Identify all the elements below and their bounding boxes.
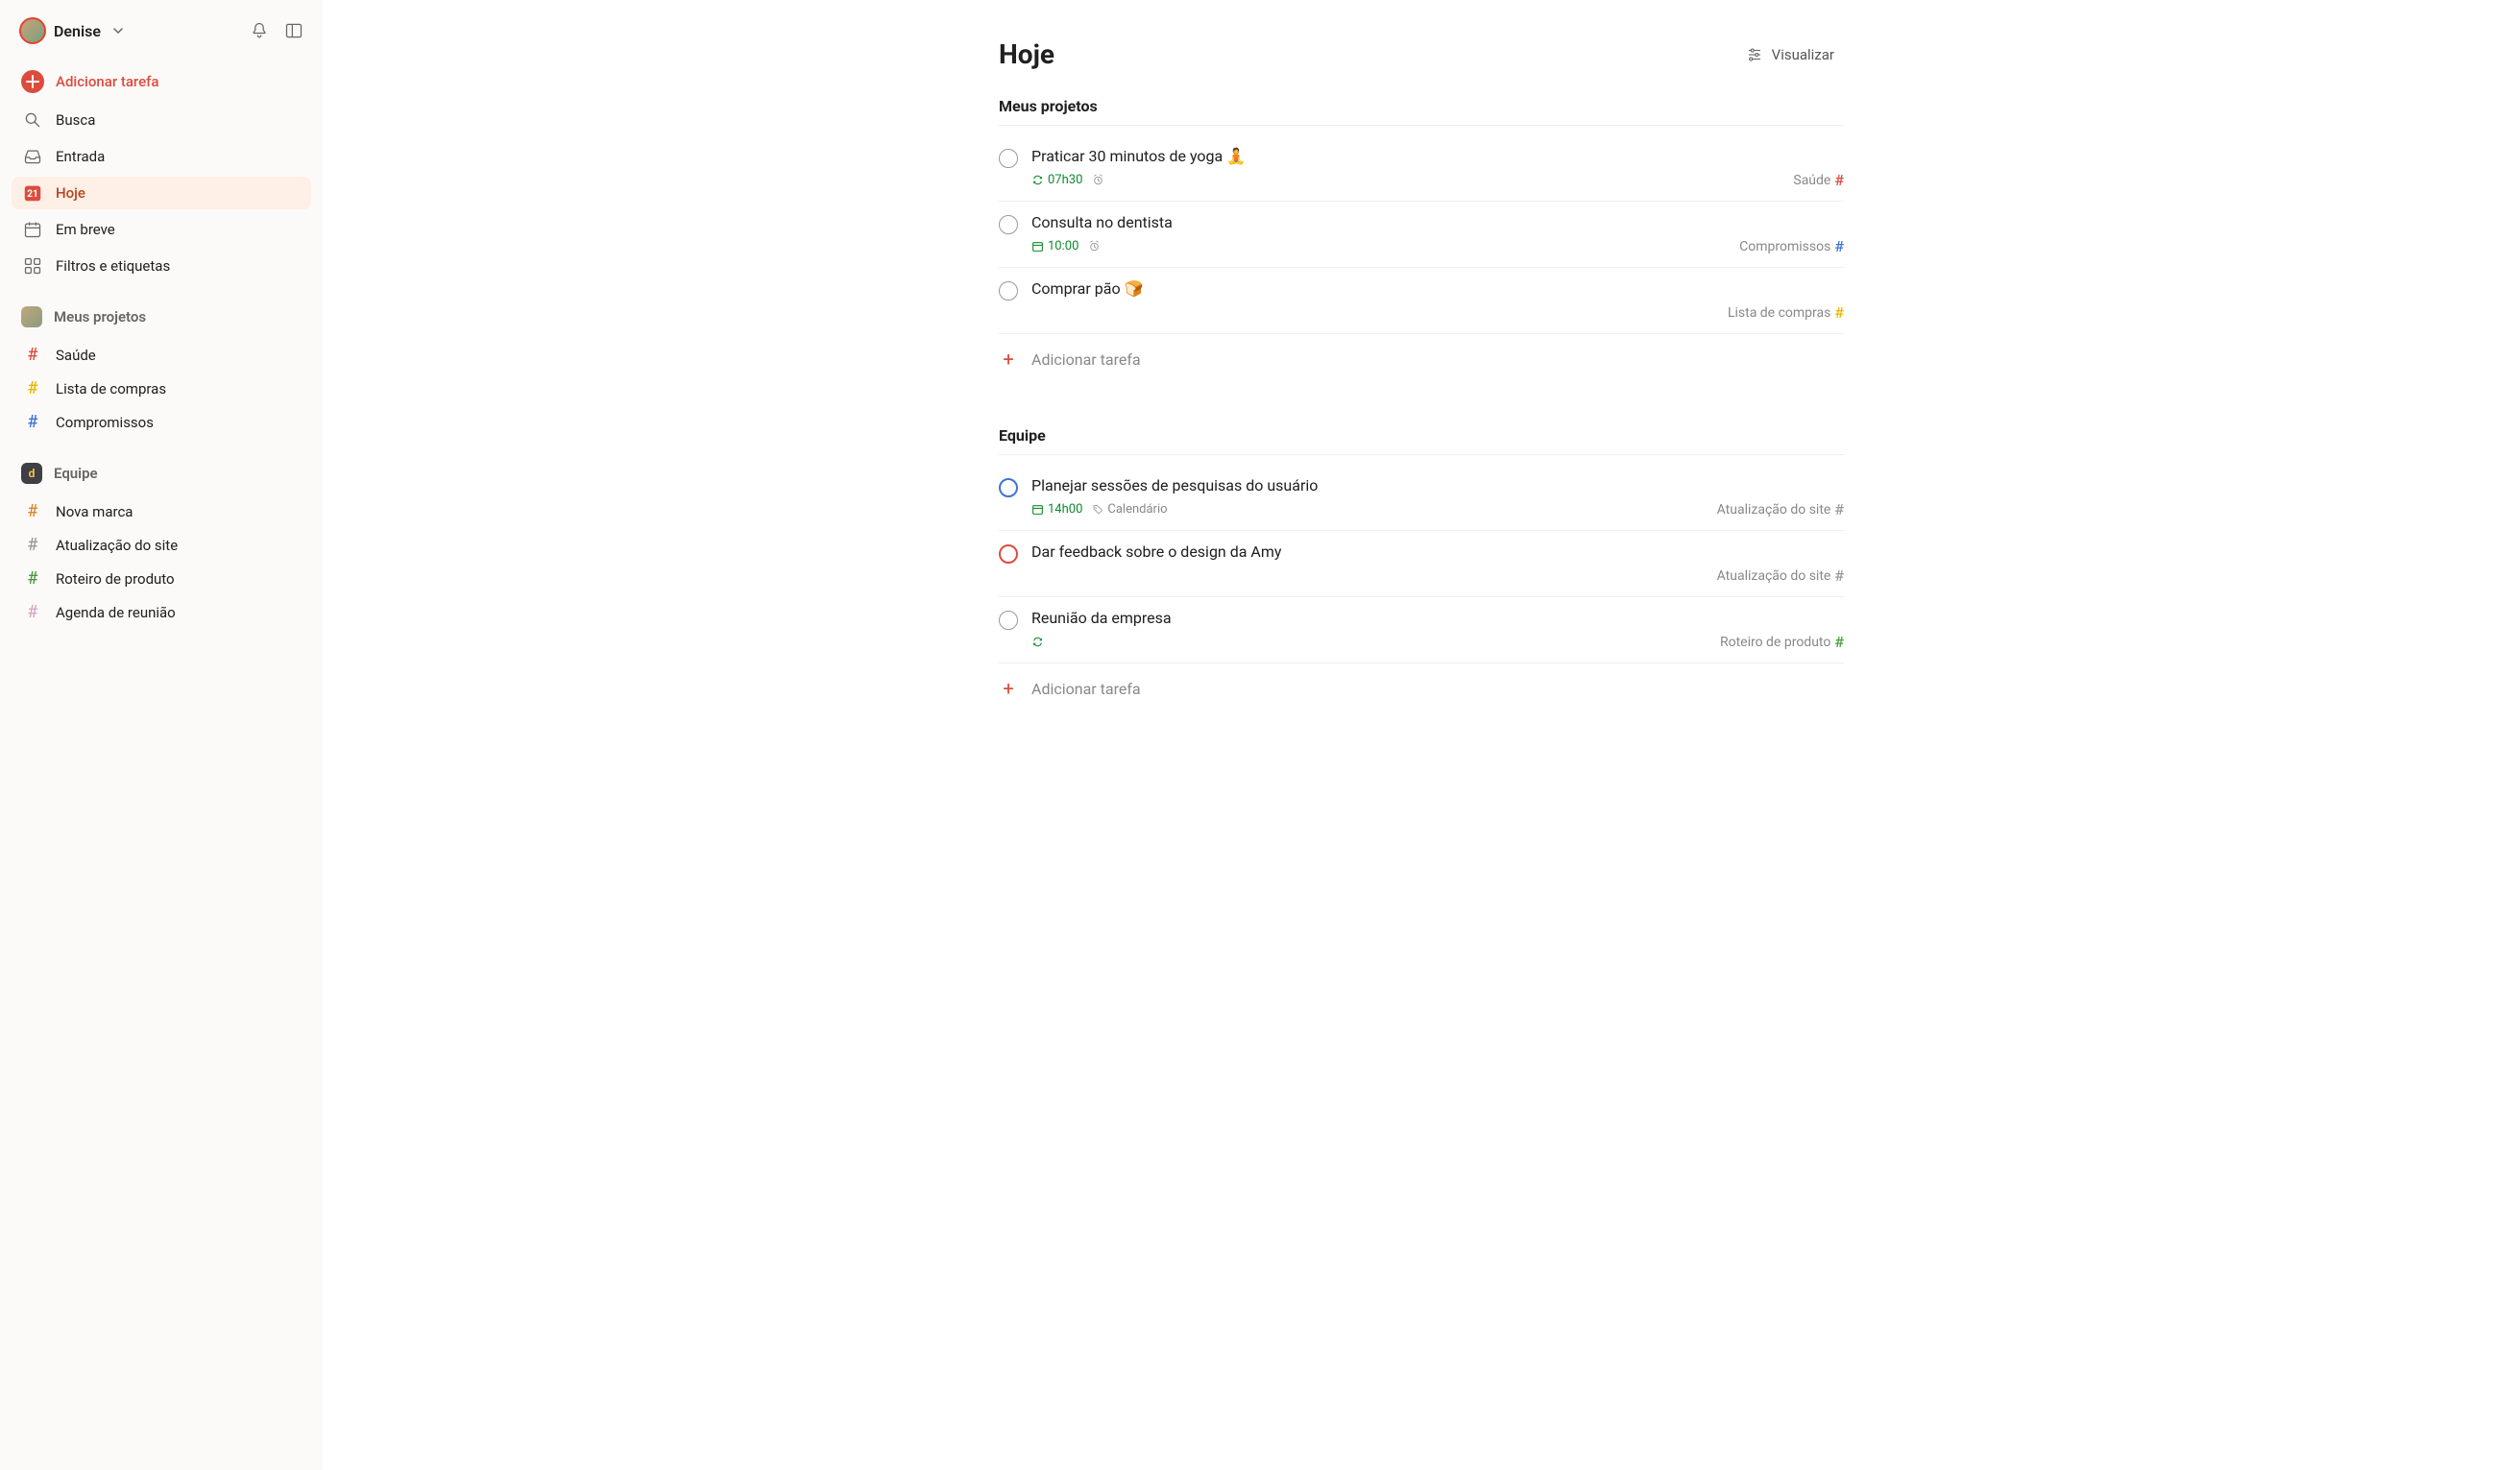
notifications-icon[interactable] — [250, 21, 269, 40]
avatar — [19, 17, 46, 44]
project-item[interactable]: # Saúde — [12, 338, 311, 372]
chevron-down-icon — [109, 21, 128, 40]
workspace-personal-label: Meus projetos — [54, 308, 146, 325]
task-title: Reunião da empresa — [1031, 609, 1844, 627]
calendar-icon — [21, 220, 44, 239]
workspace-team-label: Equipe — [54, 465, 98, 482]
nav-search[interactable]: Busca — [12, 104, 311, 136]
search-icon — [21, 110, 44, 130]
plus-icon: + — [999, 677, 1018, 700]
add-task-inline[interactable]: + Adicionar tarefa — [999, 334, 1844, 384]
sliders-icon — [1745, 45, 1764, 64]
hash-icon: # — [21, 378, 44, 398]
task-row[interactable]: Reunião da empresa Roteiro de produto # — [999, 597, 1844, 663]
task-time: 10:00 — [1031, 239, 1078, 253]
project-item[interactable]: # Lista de compras — [12, 372, 311, 405]
task-label: Calendário — [1092, 502, 1167, 517]
task-checkbox[interactable] — [999, 611, 1018, 630]
user-menu[interactable]: Denise — [19, 17, 128, 44]
project-item[interactable]: # Atualização do site — [12, 528, 311, 562]
add-task-label: Adicionar tarefa — [1031, 350, 1141, 369]
hash-icon: # — [21, 602, 44, 622]
project-item[interactable]: # Agenda de reunião — [12, 595, 311, 629]
hash-icon: # — [21, 535, 44, 555]
main: Hoje Visualizar Meus projetos Praticar 30… — [323, 0, 2520, 1470]
project-item[interactable]: # Compromissos — [12, 405, 311, 439]
nav-today[interactable]: 21 Hoje — [12, 177, 311, 209]
task-title: Praticar 30 minutos de yoga 🧘 — [1031, 147, 1844, 165]
sidebar: Denise Adicionar tarefa Busca En — [0, 0, 323, 1470]
task-checkbox[interactable] — [999, 281, 1018, 301]
user-name: Denise — [54, 22, 101, 40]
task-project-tag[interactable]: Roteiro de produto # — [1720, 633, 1844, 651]
project-item[interactable]: # Roteiro de produto — [12, 562, 311, 595]
hash-icon: # — [21, 412, 44, 432]
hash-icon: # — [21, 345, 44, 365]
nav-inbox[interactable]: Entrada — [12, 140, 311, 173]
workspace-personal[interactable]: Meus projetos — [12, 300, 311, 334]
hash-icon: # — [21, 501, 44, 521]
workspace-team[interactable]: d Equipe — [12, 456, 311, 491]
view-button[interactable]: Visualizar — [1735, 39, 1844, 70]
task-row[interactable]: Praticar 30 minutos de yoga 🧘 07h30 Saúde … — [999, 135, 1844, 202]
task-section: Equipe Planejar sessões de pesquisas do u… — [999, 426, 1844, 713]
project-item[interactable]: # Nova marca — [12, 494, 311, 528]
task-title: Consulta no dentista — [1031, 213, 1844, 231]
task-row[interactable]: Consulta no dentista 10:00 Compromissos # — [999, 202, 1844, 268]
add-task-inline[interactable]: + Adicionar tarefa — [999, 663, 1844, 713]
recurring-icon — [1031, 636, 1044, 648]
task-project-tag[interactable]: Saúde # — [1793, 171, 1844, 189]
nav-inbox-label: Entrada — [56, 148, 105, 165]
task-row[interactable]: Planejar sessões de pesquisas do usuário… — [999, 465, 1844, 531]
add-task-label: Adicionar tarefa — [1031, 680, 1141, 698]
task-project-tag[interactable]: Atualização do site # — [1717, 500, 1844, 518]
sidebar-top: Denise — [12, 12, 311, 60]
task-checkbox[interactable] — [999, 149, 1018, 168]
nav-today-label: Hoje — [56, 184, 85, 202]
task-checkbox[interactable] — [999, 478, 1018, 497]
nav-search-label: Busca — [56, 111, 95, 129]
alarm-icon — [1088, 240, 1101, 253]
task-time: 14h00 — [1031, 502, 1082, 517]
plus-icon — [21, 70, 44, 93]
inbox-icon — [21, 147, 44, 166]
task-project-tag[interactable]: Atualização do site # — [1717, 566, 1844, 585]
task-time: 07h30 — [1031, 173, 1082, 187]
workspace-badge: d — [21, 463, 42, 484]
alarm-icon — [1092, 174, 1104, 186]
project-name: Lista de compras — [56, 380, 166, 398]
view-button-label: Visualizar — [1772, 46, 1834, 63]
add-task-button[interactable]: Adicionar tarefa — [12, 63, 311, 100]
nav-filters-label: Filtros e etiquetas — [56, 257, 170, 275]
nav-filters[interactable]: Filtros e etiquetas — [12, 250, 311, 282]
project-name: Atualização do site — [56, 537, 178, 554]
nav-upcoming[interactable]: Em breve — [12, 213, 311, 246]
task-checkbox[interactable] — [999, 215, 1018, 234]
task-title: Dar feedback sobre o design da Amy — [1031, 542, 1844, 561]
nav-upcoming-label: Em breve — [56, 221, 115, 238]
add-task-label: Adicionar tarefa — [56, 73, 159, 90]
project-name: Agenda de reunião — [56, 604, 176, 621]
task-row[interactable]: Dar feedback sobre o design da Amy Atuali… — [999, 531, 1844, 597]
task-project-tag[interactable]: Lista de compras # — [1728, 303, 1844, 322]
task-title: Planejar sessões de pesquisas do usuário — [1031, 476, 1844, 494]
task-title: Comprar pão 🍞 — [1031, 279, 1844, 298]
project-name: Saúde — [56, 347, 96, 364]
hash-icon: # — [21, 568, 44, 589]
section-title: Meus projetos — [999, 97, 1844, 126]
project-name: Nova marca — [56, 503, 133, 520]
project-name: Compromissos — [56, 414, 154, 431]
workspace-badge — [21, 306, 42, 327]
section-title: Equipe — [999, 426, 1844, 455]
page-title: Hoje — [999, 38, 1054, 70]
calendar-today-icon: 21 — [21, 183, 44, 203]
task-project-tag[interactable]: Compromissos # — [1739, 237, 1844, 255]
plus-icon: + — [999, 348, 1018, 371]
grid-icon — [21, 256, 44, 276]
sidebar-toggle-icon[interactable] — [284, 21, 303, 40]
task-row[interactable]: Comprar pão 🍞 Lista de compras # — [999, 268, 1844, 334]
project-name: Roteiro de produto — [56, 570, 175, 588]
task-section: Meus projetos Praticar 30 minutos de yoga… — [999, 97, 1844, 384]
task-checkbox[interactable] — [999, 544, 1018, 564]
